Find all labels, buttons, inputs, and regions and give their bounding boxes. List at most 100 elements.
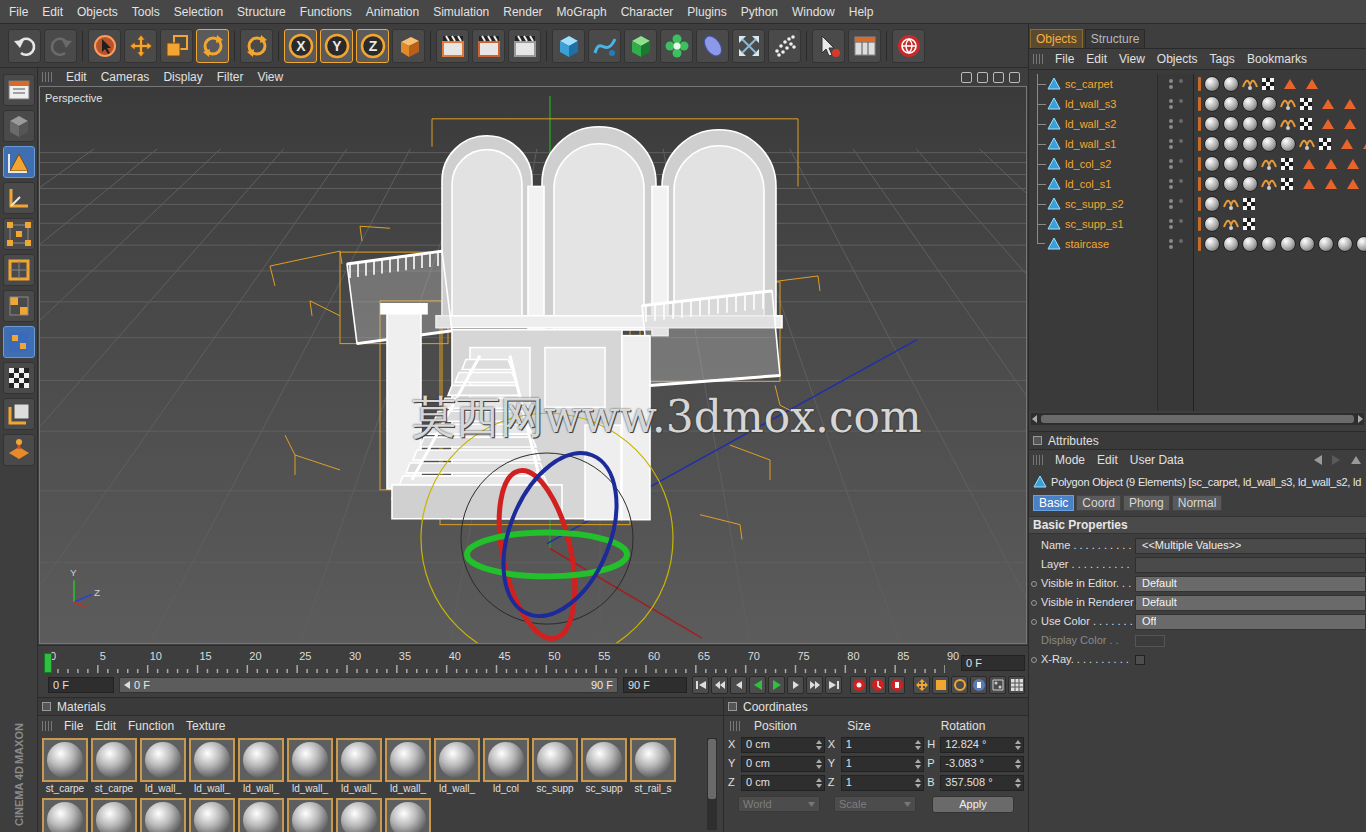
uvw-tag-icon[interactable] — [1299, 97, 1313, 111]
enabled-check-icon[interactable] — [1179, 219, 1183, 223]
tool-button[interactable]: Y — [320, 29, 353, 63]
enabled-check-icon[interactable] — [1179, 139, 1183, 143]
selection-tag-icon[interactable] — [1365, 98, 1366, 110]
attribute-text-field[interactable]: <<Multiple Values>> — [1135, 538, 1366, 554]
object-row[interactable]: ld_col_s1 — [1029, 174, 1366, 194]
viewport-menu-item[interactable]: View — [251, 69, 289, 85]
material-tag-icon[interactable] — [1204, 156, 1220, 172]
material-tag-icon[interactable] — [1261, 96, 1277, 112]
material-tag-icon[interactable] — [1242, 156, 1258, 172]
number-field[interactable]: 1 — [841, 775, 925, 791]
tool-button[interactable] — [508, 29, 541, 63]
menu-item[interactable]: Selection — [167, 4, 230, 20]
uvw-tag-icon[interactable] — [1299, 117, 1313, 131]
number-field[interactable]: 1 — [841, 756, 925, 772]
material-swatch[interactable]: ld_wall_ — [433, 738, 481, 795]
material-swatch[interactable]: ld_col — [482, 738, 530, 795]
uvw-tag-icon[interactable] — [1261, 77, 1275, 91]
material-tag-icon[interactable] — [1261, 116, 1277, 132]
objects-menu-item[interactable]: Bookmarks — [1241, 50, 1313, 68]
back-arrow-icon[interactable] — [1312, 454, 1324, 466]
enabled-check-icon[interactable] — [1179, 159, 1183, 163]
selection-tag-icon[interactable] — [1365, 118, 1366, 130]
phong-tag-icon[interactable] — [1280, 97, 1296, 111]
xray-checkbox[interactable] — [1135, 655, 1145, 665]
phong-tag-icon[interactable] — [1223, 197, 1239, 211]
material-tag-icon[interactable] — [1261, 136, 1277, 152]
material-swatch[interactable]: ld_wall_ — [286, 738, 334, 795]
attribute-text-field[interactable] — [1135, 557, 1366, 573]
viewport-menu-item[interactable]: Edit — [60, 69, 93, 85]
material-swatch[interactable] — [41, 798, 89, 832]
material-tag-icon[interactable] — [1223, 136, 1239, 152]
editor-visibility-dot[interactable] — [1169, 199, 1173, 203]
selection-tag-icon[interactable] — [1321, 118, 1335, 130]
mode-button[interactable] — [3, 290, 35, 322]
transport-button[interactable] — [913, 676, 930, 694]
material-tag-icon[interactable] — [1356, 236, 1366, 252]
material-tag-icon[interactable] — [1337, 236, 1353, 252]
mode-button[interactable] — [3, 326, 35, 358]
animation-dot-icon[interactable] — [1031, 581, 1037, 587]
attribute-tab[interactable]: Phong — [1123, 495, 1170, 511]
material-tag-icon[interactable] — [1223, 116, 1239, 132]
menu-item[interactable]: Animation — [359, 4, 426, 20]
current-frame-field[interactable]: 0 F — [961, 655, 1025, 671]
attribute-dropdown[interactable]: Default — [1135, 595, 1366, 611]
tool-button[interactable] — [472, 29, 505, 63]
view-control-icon[interactable] — [1009, 72, 1020, 83]
tool-button[interactable] — [124, 29, 157, 63]
objects-menu-item[interactable]: Edit — [1080, 50, 1113, 68]
editor-visibility-dot[interactable] — [1169, 99, 1173, 103]
uvw-tag-icon[interactable] — [1318, 137, 1332, 151]
phong-tag-icon[interactable] — [1280, 117, 1296, 131]
attributes-menu-item[interactable]: Edit — [1091, 451, 1124, 469]
objects-menu-item[interactable]: View — [1113, 50, 1151, 68]
material-swatch[interactable]: sc_supp — [580, 738, 628, 795]
transport-button[interactable] — [825, 676, 842, 694]
attributes-menu-item[interactable]: User Data — [1124, 451, 1190, 469]
render-visibility-dot[interactable] — [1169, 185, 1173, 189]
object-row[interactable]: sc_carpet — [1029, 74, 1366, 94]
objects-menu-item[interactable]: Objects — [1151, 50, 1204, 68]
material-tag-icon[interactable] — [1204, 216, 1220, 232]
enabled-check-icon[interactable] — [1179, 79, 1183, 83]
mode-button[interactable] — [3, 146, 35, 178]
material-tag-icon[interactable] — [1318, 236, 1334, 252]
tool-button[interactable] — [392, 29, 425, 63]
attribute-dropdown[interactable]: Default — [1135, 576, 1366, 592]
material-swatch[interactable]: ld_wall_ — [139, 738, 187, 795]
transport-button[interactable] — [888, 676, 905, 694]
enabled-check-icon[interactable] — [1179, 199, 1183, 203]
phong-tag-icon[interactable] — [1223, 217, 1239, 231]
attribute-dropdown[interactable]: Off — [1135, 614, 1366, 630]
materials-menu-item[interactable]: Edit — [89, 717, 122, 735]
material-tag-icon[interactable] — [1261, 236, 1277, 252]
material-swatch[interactable] — [188, 798, 236, 832]
tool-button[interactable] — [624, 29, 657, 63]
mode-button[interactable] — [3, 74, 35, 106]
selection-tag-icon[interactable] — [1340, 138, 1354, 150]
selection-tag-icon[interactable] — [1362, 138, 1366, 150]
selection-tag-icon[interactable] — [1343, 98, 1357, 110]
viewport-canvas[interactable]: YZPerspective莫西网www.3dmox.com — [39, 86, 1027, 644]
menu-item[interactable]: Functions — [293, 4, 359, 20]
material-tag-icon[interactable] — [1204, 76, 1220, 92]
material-swatch[interactable]: ld_wall_ — [188, 738, 236, 795]
tool-button[interactable] — [8, 29, 41, 63]
range-slider[interactable]: 0 F90 F — [119, 677, 618, 693]
object-row[interactable]: ld_wall_s3 — [1029, 94, 1366, 114]
number-field[interactable]: 1 — [841, 737, 925, 753]
tool-button[interactable] — [588, 29, 621, 63]
menu-item[interactable]: File — [2, 4, 35, 20]
material-tag-icon[interactable] — [1223, 176, 1239, 192]
transport-button[interactable] — [951, 676, 968, 694]
selection-tag-icon[interactable] — [1283, 78, 1297, 90]
attribute-tab[interactable]: Basic — [1033, 495, 1074, 511]
materials-menu-item[interactable]: File — [58, 717, 89, 735]
material-swatch[interactable]: ld_wall_ — [237, 738, 285, 795]
mode-button[interactable] — [3, 398, 35, 430]
mode-button[interactable] — [3, 434, 35, 466]
render-visibility-dot[interactable] — [1169, 205, 1173, 209]
viewport-menu-item[interactable]: Display — [157, 69, 208, 85]
